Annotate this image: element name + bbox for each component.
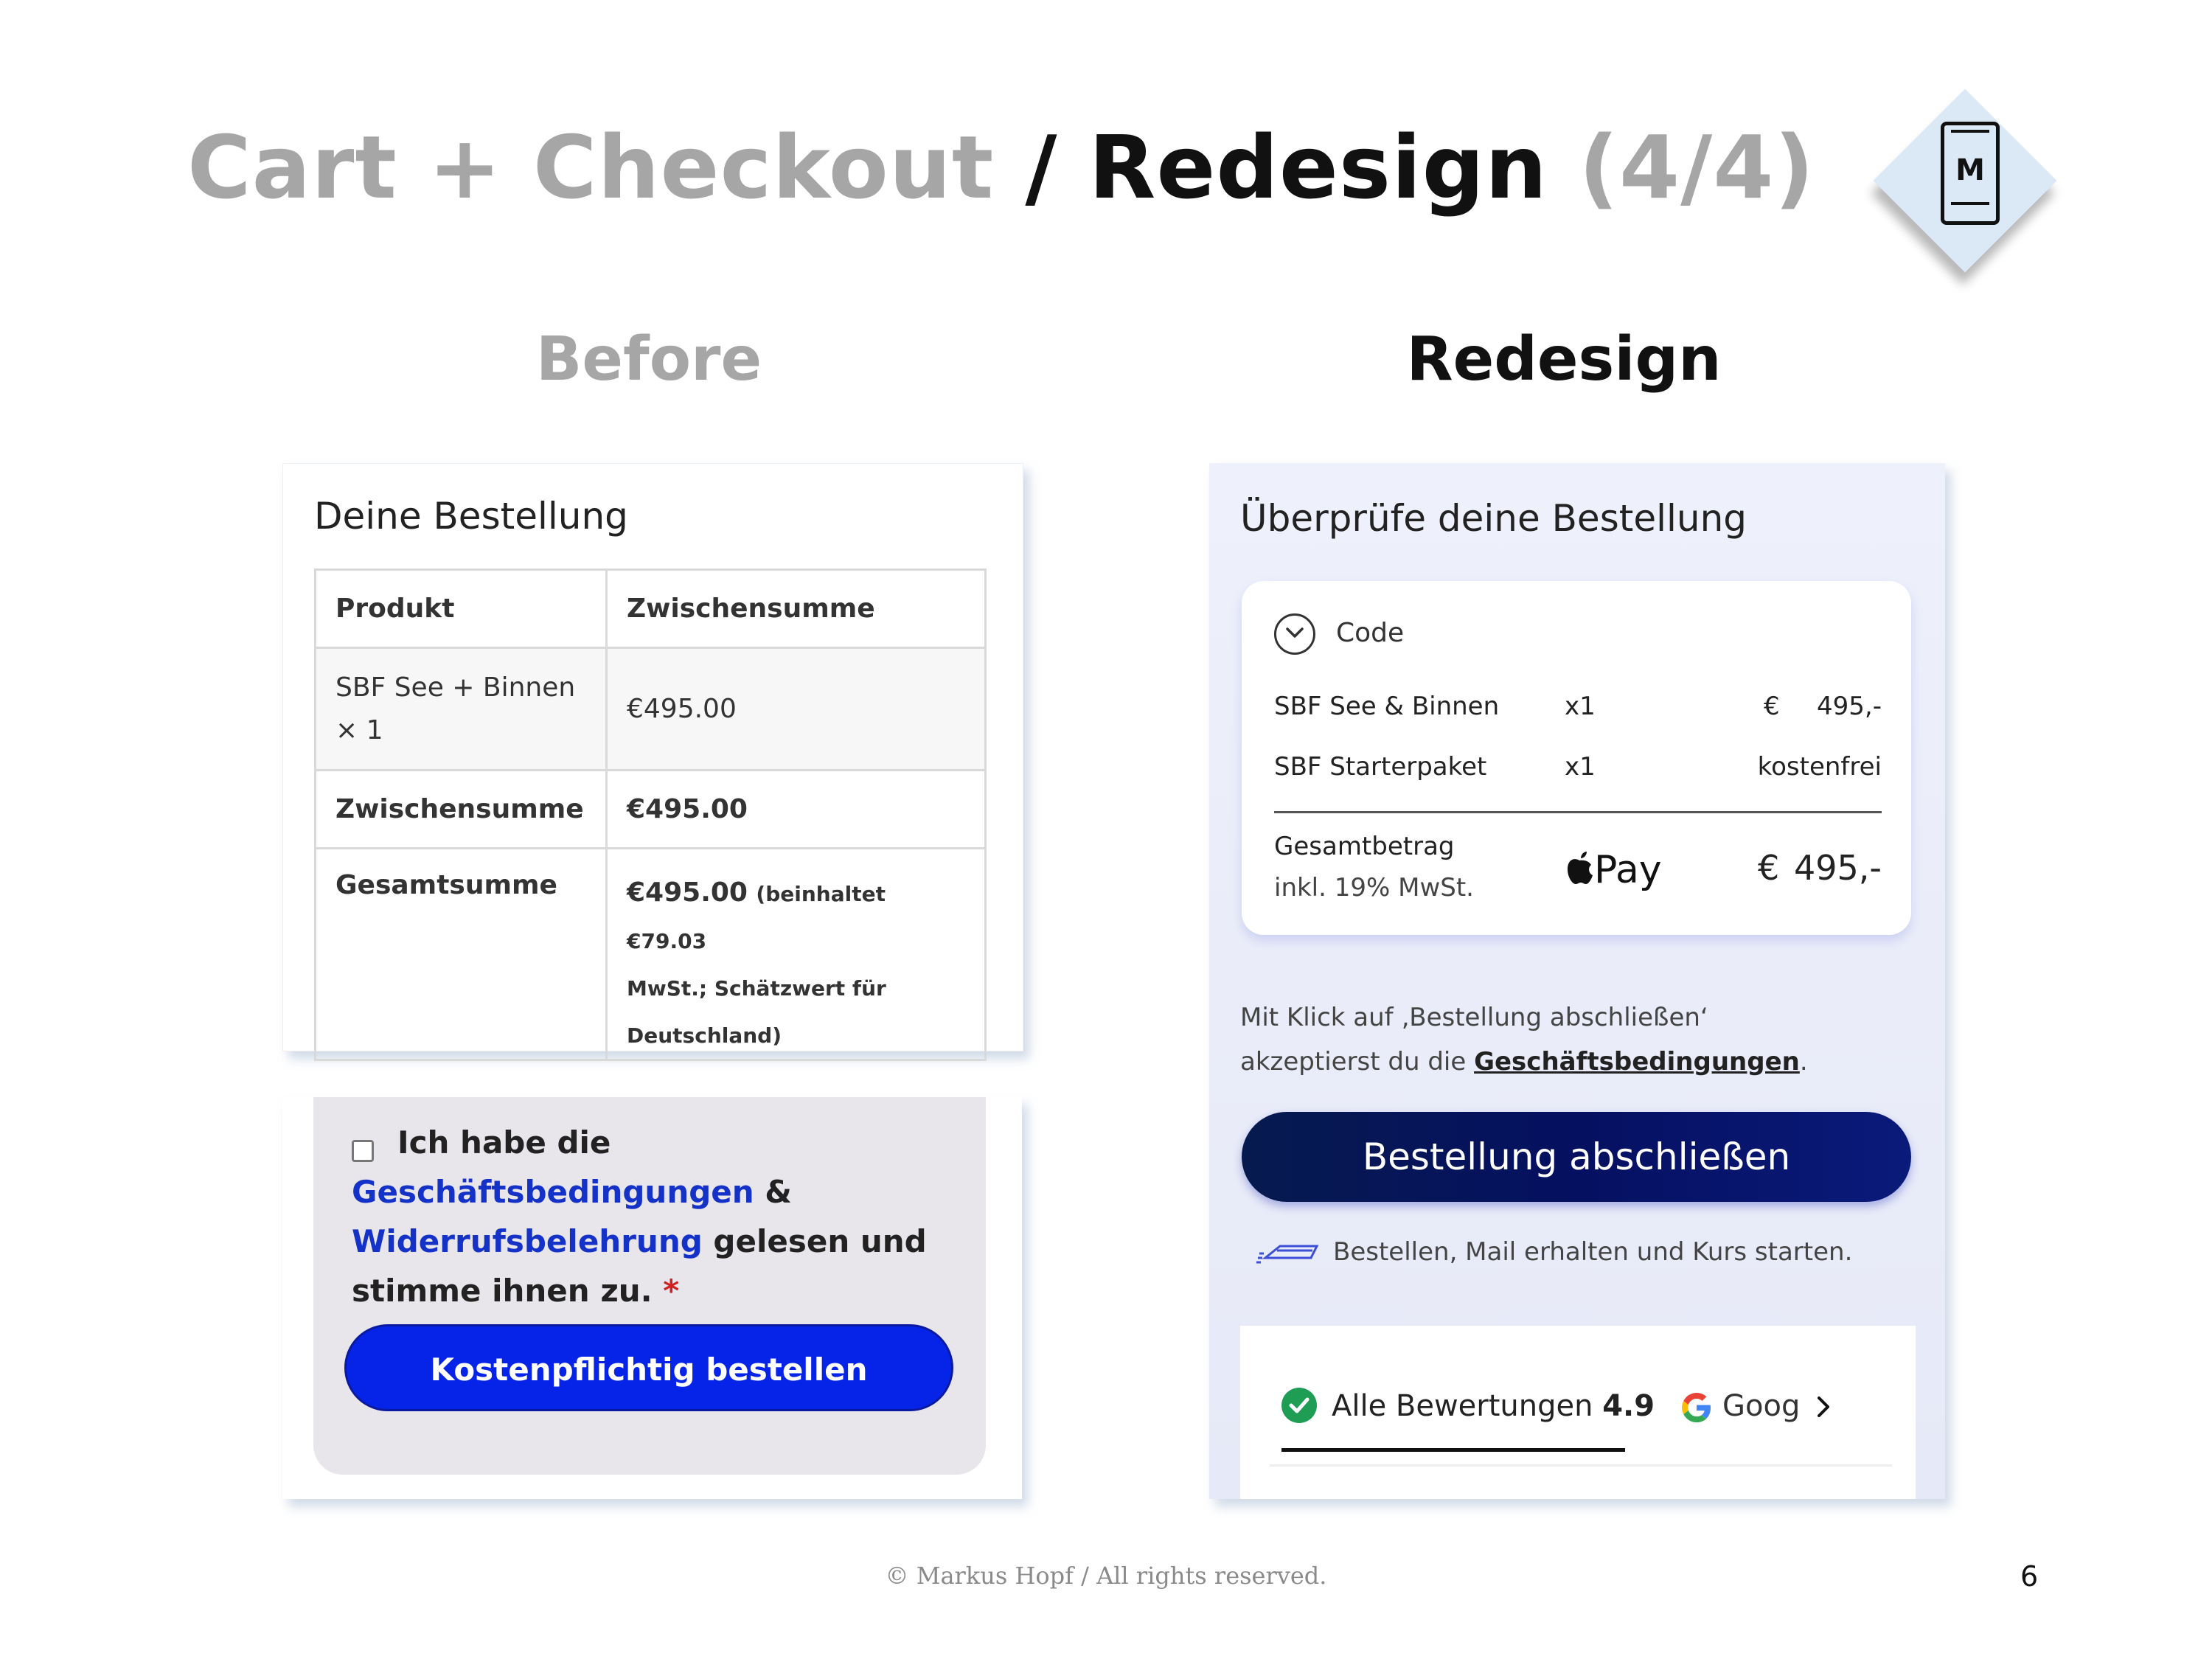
terms-link[interactable]: Geschäftsbedingungen [352, 1174, 754, 1210]
subtotal-label: Zwischensumme [314, 769, 608, 849]
total-value: €495.00 [627, 877, 748, 908]
title-cart-checkout: Cart + Checkout [187, 116, 995, 218]
withdrawal-link[interactable]: Widerrufsbelehrung [352, 1223, 703, 1259]
table-row-subtotal: Zwischensumme €495.00 [314, 769, 987, 849]
item-1-name: SBF See & Binnen [1274, 692, 1500, 721]
terms-link[interactable]: Geschäftsbedingungen [1474, 1047, 1800, 1077]
subtotal-value: €495.00 [605, 769, 987, 849]
terms-period: . [1799, 1047, 1808, 1077]
copyright-footer: © Markus Hopf / All rights reserved. [885, 1562, 1327, 1590]
item-quantity: × 1 [335, 714, 383, 745]
reviews-score: 4.9 [1602, 1389, 1655, 1423]
redesign-order-heading: Überprüfe deine Bestellung [1240, 497, 1747, 540]
required-star: * [652, 1273, 680, 1309]
total-vat-note: inkl. 19% MwSt. [1274, 873, 1474, 902]
item-1-qty: x1 [1565, 692, 1596, 721]
terms-text-1: Mit Klick auf ‚Bestellung abschließen‘ [1240, 1003, 1708, 1032]
all-reviews-tab[interactable]: Alle Bewertungen 4.9 [1332, 1389, 1655, 1423]
chevron-right-icon[interactable] [1815, 1395, 1832, 1419]
title-page-fraction: (4/4) [1548, 116, 1815, 218]
redesign-checkout: Überprüfe deine Bestellung Code SBF See … [1209, 463, 1945, 1499]
table-row-total: Gesamtsumme €495.00 (beinhaltet €79.03 M… [314, 847, 987, 1061]
reviews-widget: Alle Bewertungen 4.9 Goog [1240, 1326, 1916, 1499]
agree-text-1: Ich habe die [397, 1124, 611, 1161]
total-note-line-2: MwSt.; Schätzwert für [627, 976, 886, 1001]
active-tab-underline [1281, 1448, 1625, 1452]
chevron-down-icon[interactable] [1274, 613, 1315, 655]
google-icon [1682, 1393, 1711, 1422]
logo-letter: M [1955, 153, 1985, 187]
phone-icon-bottom-bar [1951, 202, 1989, 205]
google-reviews-tab[interactable]: Goog [1722, 1389, 1799, 1423]
summary-divider [1274, 811, 1882, 813]
total-label: Gesamtsumme [314, 847, 608, 1061]
order-steps-note: Bestellen, Mail erhalten und Kurs starte… [1333, 1237, 1853, 1267]
item-1-price: 495,- [1817, 692, 1882, 721]
agree-ampersand: & [754, 1174, 792, 1210]
apple-pay-text: Pay [1594, 848, 1662, 892]
slide-title: Cart + Checkout / Redesign (4/4) [187, 116, 1815, 218]
before-checkout-panel: Ich habe die Geschäftsbedingungen & Wide… [313, 1097, 986, 1475]
before-checkout-box: Ich habe die Geschäftsbedingungen & Wide… [282, 1097, 1022, 1499]
item-price: €495.00 [605, 647, 987, 771]
brand-logo: M [1865, 81, 2057, 273]
before-order-button[interactable]: Kostenpflichtig bestellen [344, 1324, 953, 1411]
before-order-heading: Deine Bestellung [314, 495, 628, 538]
verified-check-icon [1281, 1388, 1317, 1423]
complete-order-button[interactable]: Bestellung abschließen [1242, 1112, 1911, 1202]
table-header-row: Produkt Zwischensumme [314, 568, 987, 649]
item-2-qty: x1 [1565, 752, 1596, 782]
total-price: 495,- [1793, 848, 1882, 888]
before-order-summary: Deine Bestellung Produkt Zwischensumme S… [282, 463, 1023, 1061]
phone-icon-top-bar [1951, 130, 1989, 133]
item-2-name: SBF Starterpaket [1274, 752, 1487, 782]
coupon-code-toggle[interactable]: Code [1336, 618, 1404, 648]
item-2-price: kostenfrei [1757, 752, 1882, 782]
all-reviews-text: Alle Bewertungen [1332, 1389, 1603, 1423]
item-name: SBF See + Binnen [335, 672, 576, 703]
total-cell: €495.00 (beinhaltet €79.03 MwSt.; Schätz… [605, 847, 987, 1061]
table-row-item: SBF See + Binnen × 1 €495.00 [314, 647, 987, 771]
total-note-line-3: Deutschland) [627, 1023, 782, 1048]
col-header-product: Produkt [314, 568, 608, 649]
before-order-table: Produkt Zwischensumme SBF See + Binnen ×… [314, 568, 987, 1061]
terms-text-2: akzeptierst du die [1240, 1047, 1475, 1077]
order-summary-card: Code SBF See & Binnen x1 € 495,- SBF Sta… [1242, 581, 1911, 935]
apple-pay-badge[interactable]: Pay [1565, 848, 1662, 892]
before-heading: Before [535, 324, 762, 394]
apple-icon [1568, 852, 1593, 884]
terms-notice: Mit Klick auf ‚Bestellung abschließen‘ a… [1240, 995, 1904, 1084]
col-header-subtotal: Zwischensumme [605, 568, 987, 649]
total-label: Gesamtbetrag [1274, 832, 1455, 861]
terms-agreement-text: Ich habe die Geschäftsbedingungen & Wide… [352, 1118, 956, 1315]
boat-icon [1256, 1245, 1319, 1264]
item-cell: SBF See + Binnen × 1 [314, 647, 608, 771]
title-redesign: / Redesign [994, 116, 1548, 218]
redesign-heading: Redesign [1406, 324, 1722, 394]
page-number: 6 [2020, 1560, 2039, 1593]
